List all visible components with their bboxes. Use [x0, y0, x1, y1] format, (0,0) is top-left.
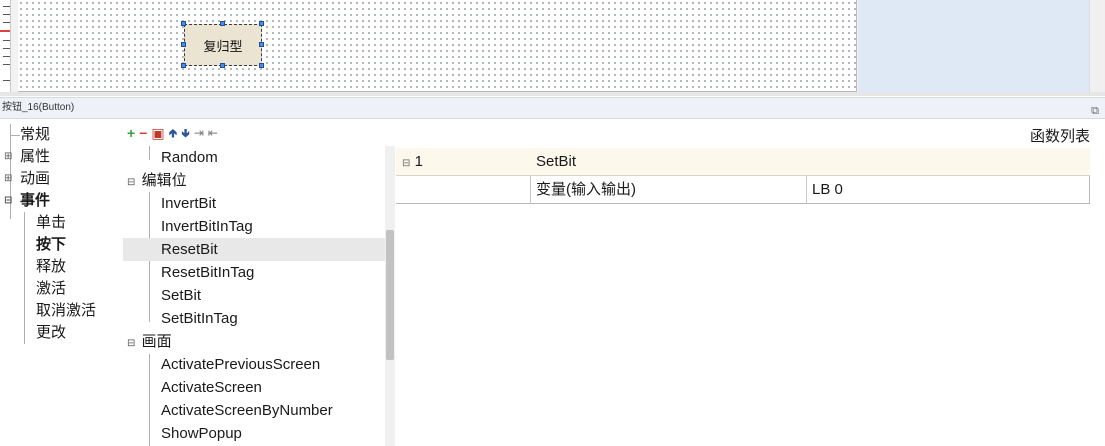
resize-handle-mr[interactable]	[259, 42, 264, 47]
remove-icon[interactable]: −	[139, 124, 147, 142]
expand-icon[interactable]: ⊞	[4, 168, 12, 190]
collapse-icon[interactable]: ⊟	[127, 338, 135, 349]
button-widget[interactable]: 复归型	[184, 24, 262, 66]
param-name-cell: 变量(输入输出)	[530, 176, 806, 204]
entry-name-cell: SetBit	[530, 148, 930, 176]
tree-item-change[interactable]: 更改	[36, 322, 66, 344]
tree-item-label: 释放	[36, 258, 67, 275]
function-item[interactable]: InvertBitInTag	[123, 215, 385, 238]
indent-icon[interactable]: ⇥	[194, 124, 204, 142]
function-item-label: InvertBitInTag	[161, 218, 253, 235]
properties-panel-header: 按钮_16(Button) ⧉	[0, 97, 1105, 119]
function-item[interactable]: InvertBit	[123, 192, 385, 215]
tree-item-deactivate[interactable]: 取消激活	[36, 300, 96, 322]
canvas-horizontal-scrollbar[interactable]	[0, 92, 1105, 96]
tree-item-press[interactable]: 按下	[36, 234, 66, 256]
function-entry-row[interactable]: ⊟ 1 SetBit	[396, 148, 1090, 176]
function-list-title: 函数列表	[1029, 128, 1090, 145]
resize-handle-bl[interactable]	[181, 63, 186, 68]
collapse-icon[interactable]: ⊟	[127, 177, 135, 188]
panel-title: 按钮_16(Button)	[2, 102, 75, 113]
function-item[interactable]: ActivateScreenByNumber	[123, 399, 385, 422]
tree-item-label: 取消激活	[36, 302, 97, 319]
entry-index: 1	[414, 153, 423, 170]
function-list-scrollbar[interactable]	[385, 146, 395, 446]
tree-item-activate[interactable]: 激活	[36, 278, 66, 300]
resize-handle-bm[interactable]	[220, 63, 225, 68]
resize-handle-tl[interactable]	[181, 21, 186, 26]
tree-item-events[interactable]: ⊟ 事件	[0, 190, 50, 212]
function-tree-panel: + − ▣ 🢁 🢃 ⇥ ⇤ Random ⊟ 编辑位 InvertBit Inv…	[123, 124, 395, 446]
function-item-label: Random	[161, 149, 218, 166]
function-group-label: 编辑位	[141, 172, 187, 189]
resize-handle-ml[interactable]	[181, 42, 186, 47]
function-item[interactable]: ActivateScreen	[123, 376, 385, 399]
function-item[interactable]: SetBitInTag	[123, 307, 385, 330]
move-down-icon[interactable]: 🢃	[181, 124, 190, 142]
outdent-icon[interactable]: ⇤	[208, 124, 218, 142]
function-item-label: ResetBitInTag	[161, 264, 255, 281]
function-group-edit-bit[interactable]: ⊟ 编辑位	[123, 169, 385, 192]
vertical-ruler	[0, 0, 11, 92]
tree-item-animation[interactable]: ⊞ 动画	[0, 168, 50, 190]
tree-item-label: 激活	[36, 280, 67, 297]
tree-item-general[interactable]: 常规	[0, 124, 50, 146]
canvas-vertical-scrollbar[interactable]	[1089, 0, 1105, 92]
move-up-icon[interactable]: 🢁	[169, 124, 178, 142]
param-name: 变量(输入输出)	[536, 181, 636, 198]
function-item-label: ActivateScreen	[161, 379, 262, 396]
collapse-icon[interactable]: ⊟	[402, 158, 410, 169]
entry-function-name: SetBit	[536, 153, 577, 170]
category-tree: 常规 ⊞ 属性 ⊞ 动画 ⊟ 事件 单击 按下 释放 激活 取消激活 更改	[0, 124, 122, 446]
tree-item-label: 动画	[20, 170, 51, 187]
tree-item-label: 属性	[20, 148, 51, 165]
function-item-label: SetBitInTag	[161, 310, 238, 327]
resize-handle-tr[interactable]	[259, 21, 264, 26]
delete-icon[interactable]: ▣	[151, 124, 164, 142]
function-item[interactable]: SetBit	[123, 284, 385, 307]
function-item[interactable]: ResetBitInTag	[123, 261, 385, 284]
add-icon[interactable]: +	[127, 124, 135, 142]
tree-item-label: 事件	[20, 192, 51, 209]
function-item[interactable]: ActivatePreviousScreen	[123, 353, 385, 376]
tree-item-label: 单击	[36, 214, 67, 231]
restore-icon[interactable]: ⧉	[1091, 101, 1099, 121]
function-item-selected[interactable]: ResetBit	[123, 238, 385, 261]
tree-item-click[interactable]: 单击	[36, 212, 66, 234]
function-item-label: InvertBit	[161, 195, 217, 212]
button-widget-label: 复归型	[203, 38, 243, 54]
param-value: LB 0	[812, 181, 843, 198]
param-value-cell[interactable]: LB 0	[806, 176, 1090, 204]
tree-item-label: 更改	[36, 324, 67, 341]
function-item-label: ResetBit	[161, 241, 218, 258]
expand-icon[interactable]: ⊞	[4, 146, 12, 168]
tree-item-label: 按下	[36, 236, 67, 253]
function-param-row[interactable]: 变量(输入输出) LB 0	[396, 176, 1090, 204]
tree-item-label: 常规	[20, 126, 51, 143]
function-toolbar: + − ▣ 🢁 🢃 ⇥ ⇤	[127, 124, 218, 142]
function-item[interactable]: Random	[123, 146, 385, 169]
tree-item-release[interactable]: 释放	[36, 256, 66, 278]
design-canvas-area: 复归型	[0, 0, 1105, 96]
function-item-label: ShowPopup	[161, 425, 242, 442]
scrollbar-thumb[interactable]	[386, 230, 394, 360]
resize-handle-tm[interactable]	[220, 21, 225, 26]
function-item-label: ActivateScreenByNumber	[161, 402, 333, 419]
collapse-icon[interactable]: ⊟	[4, 190, 12, 212]
function-group-screen[interactable]: ⊟ 画面	[123, 330, 385, 353]
function-item-label: SetBit	[161, 287, 202, 304]
function-item-label: ActivatePreviousScreen	[161, 356, 321, 373]
canvas-background	[858, 0, 1090, 92]
tree-item-properties[interactable]: ⊞ 属性	[0, 146, 50, 168]
function-item[interactable]: ShowPopup	[123, 422, 385, 445]
design-surface[interactable]	[18, 0, 857, 92]
entry-index-cell: ⊟ 1	[396, 148, 536, 176]
function-group-label: 画面	[141, 333, 172, 350]
resize-handle-br[interactable]	[259, 63, 264, 68]
